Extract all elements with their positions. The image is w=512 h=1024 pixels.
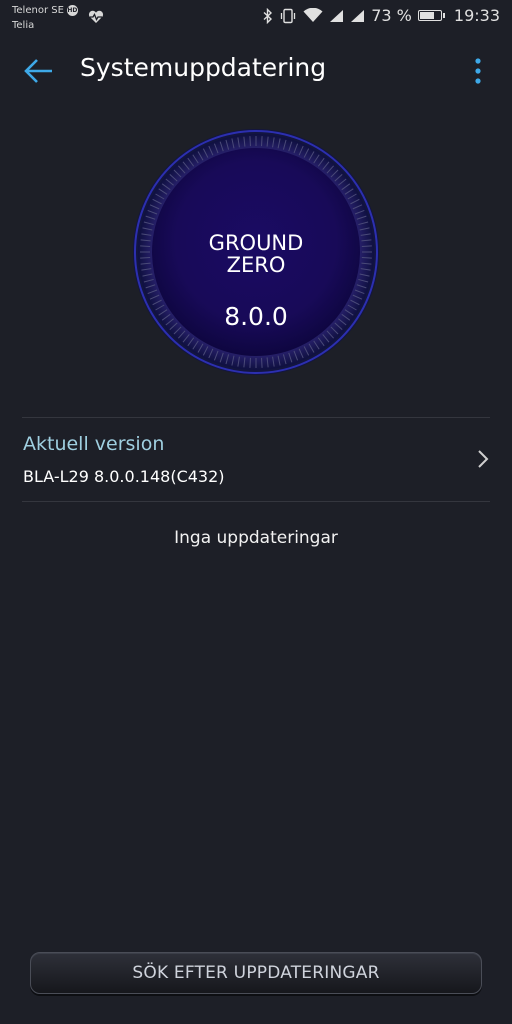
battery-icon [417, 10, 445, 21]
battery-level-fill [419, 12, 434, 19]
back-button[interactable] [20, 52, 58, 90]
signal-icon-2 [350, 9, 365, 23]
vibrate-icon [279, 8, 297, 24]
rom-name: GROUND ZERO [208, 231, 304, 277]
wifi-icon [303, 8, 323, 23]
chevron-right-icon [478, 450, 489, 468]
screen: Telenor SE HD Telia 73 % 19:33 Systemupp… [0, 0, 512, 1024]
more-options-button[interactable] [466, 52, 490, 90]
status-bar: Telenor SE HD Telia 73 % 19:33 [0, 0, 512, 36]
hd-voice-badge: HD [66, 5, 78, 16]
current-version-value: BLA-L29 8.0.0.148(C432) [23, 467, 225, 486]
app-bar: Systemuppdatering [0, 40, 512, 100]
check-for-updates-button[interactable]: SÖK EFTER UPPDATERINGAR [30, 952, 482, 994]
update-status-message: Inga uppdateringar [174, 528, 338, 548]
carrier-1-name: Telenor SE [12, 5, 64, 16]
back-arrow-icon [24, 59, 52, 83]
current-version-row[interactable]: Aktuell version BLA-L29 8.0.0.148(C432) [0, 418, 512, 501]
bluetooth-icon [263, 7, 273, 24]
clock: 19:33 [453, 6, 500, 25]
page-title: Systemuppdatering [80, 53, 327, 82]
divider-bottom [22, 501, 490, 502]
battery-percent: 73 % [371, 6, 412, 25]
dial-label-group: GROUND ZERO 8.0.0 [132, 128, 380, 376]
health-icon [88, 9, 104, 28]
carrier-2-name: Telia [12, 20, 35, 31]
more-vert-icon [475, 58, 481, 84]
status-icons: 73 % 19:33 [263, 6, 500, 25]
rom-version: 8.0.0 [224, 302, 288, 331]
carrier-info: Telenor SE HD Telia [12, 3, 78, 33]
current-version-label: Aktuell version [23, 433, 165, 455]
signal-icon [329, 9, 344, 23]
